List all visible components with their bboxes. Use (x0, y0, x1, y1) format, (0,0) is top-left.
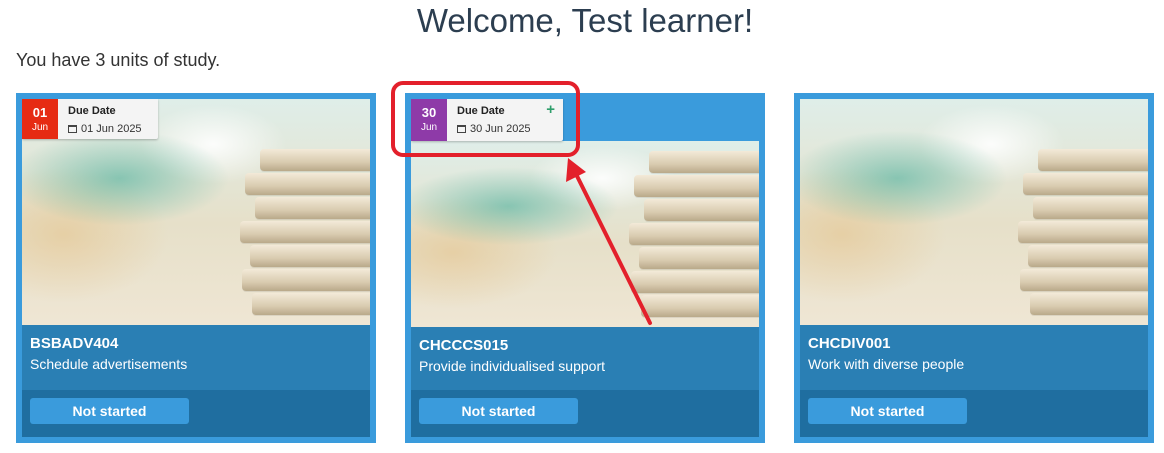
unit-code: BSBADV404 (30, 335, 119, 352)
due-date-value: 01 Jun 2025 (81, 123, 142, 135)
annotation-highlight-box (391, 81, 580, 157)
unit-name: Schedule advertisements (30, 356, 188, 372)
books-image (1018, 129, 1148, 325)
unit-cover-image (800, 99, 1148, 325)
page-title: Welcome, Test learner! (416, 2, 754, 39)
due-month: Jun (31, 122, 49, 133)
unit-card[interactable]: CHCDIV001 Work with diverse people Not s… (794, 93, 1154, 443)
due-date-box: 01 Jun (22, 99, 58, 139)
unit-card[interactable]: 01 Jun Due Date 01 Jun 2025 BSBADV404 Sc… (16, 93, 376, 443)
unit-name: Work with diverse people (808, 356, 965, 372)
unit-cover-image (411, 141, 759, 327)
books-image (240, 129, 370, 325)
unit-code: CHCDIV001 (808, 335, 891, 352)
status-button[interactable]: Not started (30, 398, 189, 424)
unit-footer: Not started (22, 390, 370, 437)
unit-footer: Not started (411, 390, 759, 437)
unit-footer: Not started (800, 390, 1148, 437)
due-date-badge: 01 Jun Due Date 01 Jun 2025 (22, 99, 158, 139)
status-button[interactable]: Not started (808, 398, 967, 424)
due-date-row: 01 Jun 2025 (68, 123, 142, 135)
unit-code: CHCCCS015 (419, 337, 509, 354)
calendar-icon (68, 125, 77, 133)
due-date-label: Due Date (68, 105, 116, 117)
due-day: 01 (32, 105, 48, 120)
unit-name: Provide individualised support (419, 358, 605, 374)
status-button[interactable]: Not started (419, 398, 578, 424)
books-image (629, 141, 759, 327)
units-summary: You have 3 units of study. (16, 50, 221, 70)
